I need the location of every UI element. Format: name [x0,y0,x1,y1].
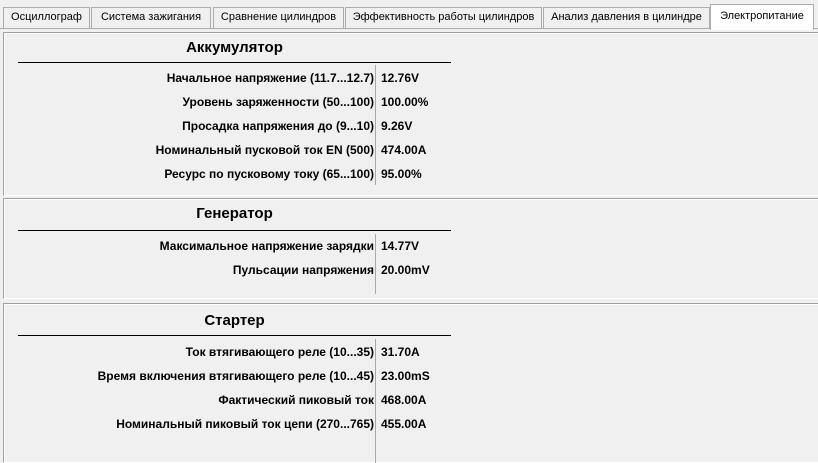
generator-row-value: 20.00mV [381,263,430,277]
battery-row-value: 9.26V [381,119,413,133]
battery-column-divider [375,65,376,185]
battery-row-value: 12.76V [381,71,420,85]
battery-row-label: Начальное напряжение (11.7...12.7) [166,71,374,85]
generator-panel: Генератор Максимальное напряжение зарядк… [3,198,818,299]
starter-row-value: 23.00mS [381,369,430,383]
tab-ignition-system[interactable]: Система зажигания [91,7,211,28]
tab-cylinder-pressure[interactable]: Анализ давления в цилиндре [543,7,710,28]
starter-row-label: Ток втягивающего реле (10...35) [185,345,374,359]
battery-row-value: 95.00% [381,167,422,181]
tab-bar: Осциллограф Система зажигания Сравнение … [0,0,818,30]
tab-cylinder-efficiency[interactable]: Эффективность работы цилиндров [345,7,542,28]
battery-row-label: Просадка напряжения до (9...10) [182,119,374,133]
starter-panel: Стартер Ток втягивающего реле (10...35) … [3,303,818,463]
generator-column-divider [375,234,376,294]
starter-title-rule [18,335,451,336]
battery-row-value: 100.00% [381,95,429,109]
starter-title: Стартер [204,312,265,329]
battery-row-value: 474.00A [381,143,427,157]
starter-row-label: Время включения втягивающего реле (10...… [97,369,374,383]
power-supply-page: Аккумулятор Начальное напряжение (11.7..… [0,29,818,463]
battery-row-label: Номинальный пусковой ток EN (500) [155,143,374,157]
starter-row-value: 468.00A [381,393,427,407]
battery-title-rule [18,62,451,63]
starter-column-divider [375,339,376,463]
generator-title-rule [18,230,451,231]
generator-title: Генератор [196,205,273,222]
battery-row-label: Ресурс по пусковому току (65...100) [164,167,374,181]
battery-row-label: Уровень заряженности (50...100) [182,95,375,109]
generator-row-label: Пульсации напряжения [232,263,374,277]
generator-row-label: Максимальное напряжение зарядки [159,239,374,253]
tab-cylinder-comparison[interactable]: Сравнение цилиндров [213,7,344,28]
tab-oscilloscope[interactable]: Осциллограф [3,7,90,28]
starter-row-label: Номинальный пиковый ток цепи (270...765) [116,417,374,431]
battery-title: Аккумулятор [186,39,283,56]
starter-row-value: 455.00A [381,417,427,431]
starter-row-value: 31.70A [381,345,420,359]
generator-row-value: 14.77V [381,239,420,253]
tab-power-supply[interactable]: Электропитание [710,4,814,30]
starter-row-label: Фактический пиковый ток [218,393,374,407]
battery-panel: Аккумулятор Начальное напряжение (11.7..… [3,32,818,196]
